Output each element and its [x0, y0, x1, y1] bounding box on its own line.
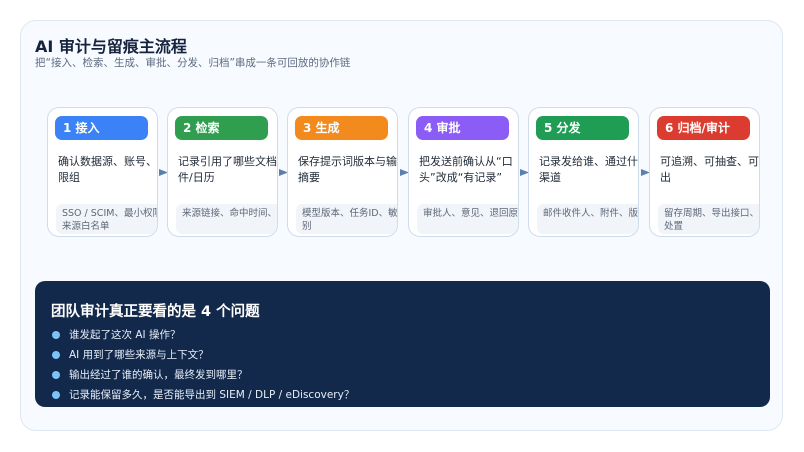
- bullet-icon: [52, 331, 60, 339]
- step-card-retrieve: 2 检索 记录引用了哪些文档/邮件/日历 来源链接、命中时间、仅人: [167, 107, 278, 237]
- step-detail: 审批人、意见、退回原因: [417, 204, 518, 234]
- step-label: 2 检索: [175, 116, 268, 140]
- question-text: 谁发起了这次 AI 操作？: [69, 329, 181, 341]
- step-card-generate: 3 生成 保存提示词版本与输出摘要 模型版本、任务ID、敏感级别: [287, 107, 398, 237]
- step-card-intake: 1 接入 确认数据源、账号、权限组 SSO / SCIM、最小权限、来源白名单: [47, 107, 158, 237]
- step-label: 5 分发: [536, 116, 629, 140]
- bullet-icon: [52, 391, 60, 399]
- question-item: 输出经过了谁的确认，最终发到哪里？: [51, 365, 354, 385]
- step-description: 可追溯、可抽查、可导出: [660, 155, 760, 184]
- step-description: 记录引用了哪些文档/邮件/日历: [178, 155, 277, 184]
- bullet-icon: [52, 371, 60, 379]
- step-description: 把发送前确认从“口头”改成“有记录”: [419, 155, 513, 184]
- step-detail: 模型版本、任务ID、敏感级别: [296, 204, 397, 234]
- step-detail: 邮件收件人、附件、版本: [537, 204, 638, 234]
- step-detail: 来源链接、命中时间、仅人: [176, 204, 277, 234]
- process-card: AI 审计与留痕主流程 把“接入、检索、生成、审批、分发、归档”串成一条可回放的…: [20, 20, 783, 431]
- question-item: 记录能保留多久，是否能导出到 SIEM / DLP / eDiscovery？: [51, 385, 354, 405]
- audit-questions-panel: 团队审计真正要看的是 4 个问题 谁发起了这次 AI 操作？ AI 用到了哪些来…: [35, 281, 770, 407]
- step-card-distribute: 5 分发 记录发给谁、通过什么渠道 邮件收件人、附件、版本: [528, 107, 639, 237]
- step-card-approve: 4 审批 把发送前确认从“口头”改成“有记录” 审批人、意见、退回原因: [408, 107, 519, 237]
- step-description: 保存提示词版本与输出摘要: [298, 155, 398, 184]
- question-list: 谁发起了这次 AI 操作？ AI 用到了哪些来源与上下文？ 输出经过了谁的确认，…: [51, 325, 354, 405]
- step-detail: SSO / SCIM、最小权限、来源白名单: [56, 204, 157, 234]
- step-label: 6 归档/审计: [657, 116, 750, 140]
- page-subtitle: 把“接入、检索、生成、审批、分发、归档”串成一条可回放的协作链: [35, 57, 351, 69]
- step-description: 确认数据源、账号、权限组: [58, 155, 158, 184]
- step-card-archive: 6 归档/审计 可追溯、可抽查、可导出 留存周期、导出接口、例外处置: [649, 107, 760, 237]
- step-description: 记录发给谁、通过什么渠道: [539, 155, 639, 184]
- step-label: 4 审批: [416, 116, 509, 140]
- step-label: 3 生成: [295, 116, 388, 140]
- step-detail: 留存周期、导出接口、例外处置: [658, 204, 759, 234]
- question-text: 输出经过了谁的确认，最终发到哪里？: [69, 369, 248, 381]
- question-item: AI 用到了哪些来源与上下文？: [51, 345, 354, 365]
- page-title: AI 审计与留痕主流程: [35, 37, 187, 56]
- question-text: AI 用到了哪些来源与上下文？: [69, 349, 209, 361]
- step-label: 1 接入: [55, 116, 148, 140]
- panel-title: 团队审计真正要看的是 4 个问题: [51, 304, 260, 320]
- bullet-icon: [52, 351, 60, 359]
- question-text: 记录能保留多久，是否能导出到 SIEM / DLP / eDiscovery？: [69, 389, 355, 401]
- question-item: 谁发起了这次 AI 操作？: [51, 325, 354, 345]
